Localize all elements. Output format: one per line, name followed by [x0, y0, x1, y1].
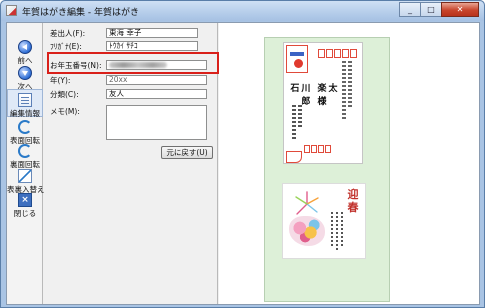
card-preview: 石川 楽太郎 様 迎春 [264, 37, 390, 302]
year-row: 年(Y): [50, 75, 87, 86]
greeting-message [331, 212, 343, 252]
postal-code-boxes [318, 49, 358, 58]
category-row: 分類(C): [50, 89, 87, 100]
sender-field[interactable]: 東海 幸子 [106, 28, 198, 38]
next-icon [18, 66, 32, 80]
highlight-box [47, 52, 219, 74]
maximize-button[interactable]: □ [420, 2, 442, 17]
recipient-address-line2 [348, 61, 352, 107]
bouquet-illustration [289, 216, 325, 246]
close-label: 閉じる [13, 209, 37, 218]
category-field[interactable]: 友人 [106, 89, 207, 99]
rotate-back-button[interactable]: 裏面回転 [7, 141, 43, 169]
next-button[interactable]: 次へ [7, 63, 43, 91]
lottery-area [286, 151, 302, 163]
memo-label: メモ(M): [50, 107, 80, 116]
edit-info-icon [18, 93, 32, 107]
furigana-field[interactable]: ﾄｳｶｲ ｻﾁｺ [106, 41, 198, 51]
close-icon: × [18, 193, 32, 207]
firework-icon [295, 191, 319, 215]
swap-sides-icon [18, 169, 32, 183]
rotate-back-icon [18, 144, 32, 158]
sender-label: 差出人(F): [50, 29, 86, 38]
window-title: 年賀はがき編集 - 年賀はがき [22, 8, 139, 18]
greeting-title: 迎春 [347, 188, 359, 214]
app-window: 年賀はがき編集 - 年賀はがき _ □ ✕ 前へ 次へ 編集情報 表面回転 裏面… [0, 0, 485, 308]
edit-info-button[interactable]: 編集情報 [7, 89, 43, 118]
category-label: 分類(C): [50, 90, 79, 99]
close-tool-button[interactable]: × 閉じる [7, 190, 43, 218]
restore-button[interactable]: 元に戻す(U) [161, 146, 213, 159]
recipient-address [342, 61, 346, 121]
close-window-button[interactable]: ✕ [441, 2, 479, 17]
greeting-side: 迎春 [282, 183, 366, 259]
address-side: 石川 楽太郎 様 [283, 42, 363, 164]
year-label: 年(Y): [50, 76, 71, 85]
side-toolbar: 前へ 次へ 編集情報 表面回転 裏面回転 表裏入替え × 閉じる [7, 23, 45, 304]
furigana-label: ﾌﾘｶﾞﾅ(E): [50, 42, 82, 51]
recipient-name: 石川 楽太郎 様 [290, 84, 340, 107]
sender-row: 差出人(F): [50, 28, 87, 39]
previous-icon [18, 40, 32, 54]
sender-name [298, 105, 302, 127]
app-icon [6, 5, 17, 16]
sender-postal-boxes [304, 145, 332, 153]
preview-pane: 石川 楽太郎 様 迎春 [219, 23, 479, 304]
stamp-icon [286, 45, 308, 73]
minimize-button[interactable]: _ [399, 2, 421, 17]
memo-row: メモ(M): [50, 106, 87, 117]
year-field[interactable]: 20xx [106, 75, 207, 85]
window-controls: _ □ ✕ [399, 2, 479, 18]
memo-field[interactable] [106, 105, 207, 140]
sender-address [292, 105, 296, 141]
furigana-row: ﾌﾘｶﾞﾅ(E): [50, 41, 87, 52]
title-bar[interactable]: 年賀はがき編集 - 年賀はがき _ □ ✕ [1, 1, 484, 21]
previous-button[interactable]: 前へ [7, 37, 43, 65]
rotate-front-icon [18, 120, 32, 134]
